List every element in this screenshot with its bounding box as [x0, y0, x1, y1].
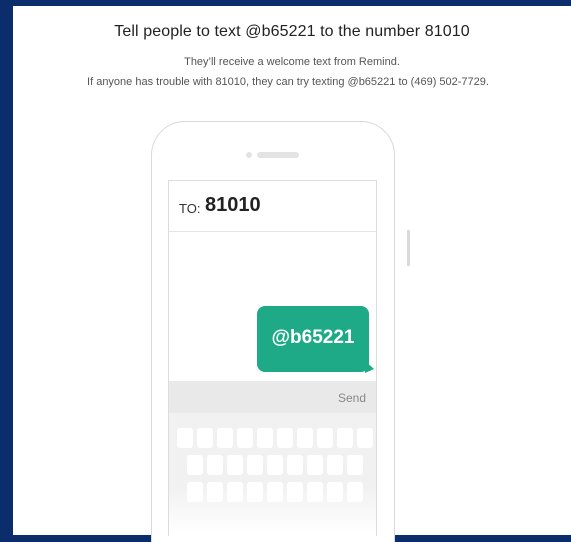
key [207, 455, 223, 475]
key [177, 428, 193, 448]
key [217, 428, 233, 448]
key [227, 455, 243, 475]
message-text: @b65221 [271, 327, 355, 348]
message-bubble: @b65221 [257, 306, 369, 372]
message-bubble-tail [365, 361, 374, 373]
key [197, 428, 213, 448]
key [187, 455, 203, 475]
key-row [177, 428, 373, 448]
welcome-note: They’ll receive a welcome text from Remi… [184, 56, 400, 68]
to-label: TO: [179, 201, 201, 216]
phone-speaker-icon [257, 152, 299, 158]
key [327, 455, 343, 475]
phone-screen: TO: 81010 @b65221 Send [168, 180, 377, 536]
send-bar: Send [169, 381, 376, 413]
keyboard-fade [169, 486, 376, 536]
send-button: Send [337, 391, 366, 405]
phone-side-button-power [407, 230, 410, 266]
key [357, 428, 373, 448]
recipient-row: TO: 81010 [169, 181, 376, 232]
key [247, 455, 263, 475]
key-row [187, 455, 363, 475]
key [287, 455, 303, 475]
key [317, 428, 333, 448]
fallback-note: If anyone has trouble with 81010, they c… [87, 76, 489, 88]
key [277, 428, 293, 448]
key [337, 428, 353, 448]
page-title: Tell people to text @b65221 to the numbe… [114, 23, 470, 40]
to-number: 81010 [205, 194, 261, 216]
key [237, 428, 253, 448]
key [297, 428, 313, 448]
phone-camera-icon [246, 152, 252, 158]
keyboard: Send [169, 381, 376, 536]
key [267, 455, 283, 475]
key [347, 455, 363, 475]
key [257, 428, 273, 448]
key [307, 455, 323, 475]
